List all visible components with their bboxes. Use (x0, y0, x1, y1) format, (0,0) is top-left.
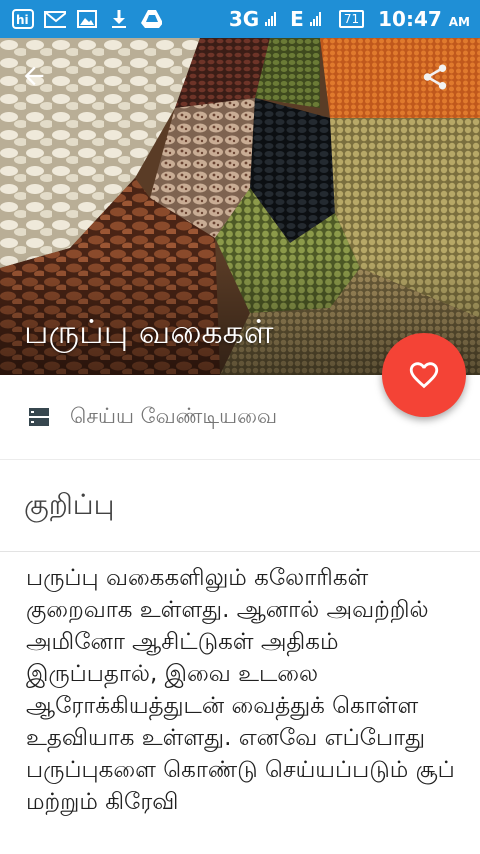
note-title: குறிப்பு (24, 487, 115, 521)
battery-icon: 71 (338, 10, 365, 28)
back-button[interactable] (20, 62, 60, 102)
network-3g-label: 3G (228, 7, 260, 31)
note-section-header: குறிப்பு (0, 461, 480, 552)
share-button[interactable] (420, 62, 460, 102)
storage-icon (29, 408, 49, 426)
network-e-label: E (290, 7, 304, 31)
page-title: பருப்பு வகைகள் (24, 312, 274, 351)
gallery-icon (76, 9, 98, 29)
clock-time: 10:47 (378, 7, 442, 31)
clock-ampm: AM (448, 15, 470, 29)
signal-3g-icon (265, 12, 277, 26)
status-bar: hi 3G E 71 10:47 AM (0, 0, 480, 38)
gmail-icon (44, 9, 66, 29)
download-icon (108, 9, 130, 29)
heart-outline-icon (409, 362, 439, 389)
clock: 10:47 AM (378, 7, 470, 31)
signal-e-icon (309, 12, 321, 26)
note-body: பருப்பு வகைகளிலும் கலோரிகள் குறைவாக உள்ள… (26, 565, 455, 815)
hero-image: பருப்பு வகைகள் (0, 38, 480, 375)
share-icon (423, 64, 447, 90)
favorite-button[interactable] (382, 333, 466, 417)
hike-icon: hi (12, 9, 34, 29)
drive-icon (140, 9, 162, 29)
svg-text:hi: hi (16, 13, 29, 27)
todo-label: செய்ய வேண்டியவை (70, 403, 278, 428)
arrow-left-icon (24, 66, 44, 86)
